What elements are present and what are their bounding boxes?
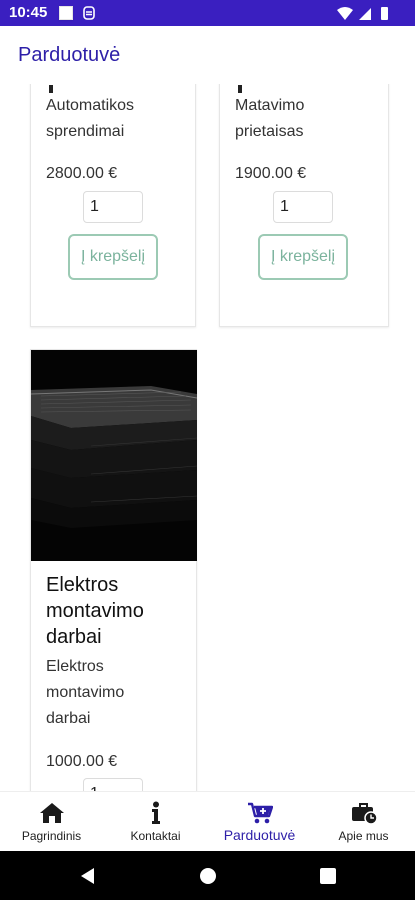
nav-label: Kontaktai (130, 829, 181, 843)
briefcase-clock-icon (352, 803, 377, 825)
title-fragment (238, 85, 242, 93)
bottom-navigation: Pagrindinis Kontaktai Parduotuvė Apie mu… (0, 791, 415, 851)
nav-item-shop[interactable]: Parduotuvė (208, 792, 311, 852)
page-title: Parduotuvė (18, 44, 121, 66)
system-navigation-bar (0, 851, 415, 900)
add-to-cart-button[interactable]: Į krepšelį (68, 234, 158, 280)
sim-card-icon (59, 6, 73, 20)
home-icon (40, 803, 64, 823)
back-icon[interactable] (77, 865, 99, 887)
app-bar: Parduotuvė (0, 26, 415, 84)
quantity-input[interactable]: 1 (83, 191, 143, 223)
steel-sheets-image (31, 350, 197, 561)
product-title: Elektros montavimo darbai (46, 574, 144, 648)
product-description: Matavimo prietaisas (235, 97, 305, 140)
nav-item-home[interactable]: Pagrindinis (0, 792, 103, 852)
product-description: Automatikos sprendimai (46, 97, 135, 140)
nav-item-contacts[interactable]: Kontaktai (104, 792, 207, 852)
product-price: 2800.00 € (46, 165, 118, 182)
nav-label: Parduotuvė (223, 827, 296, 843)
info-icon (152, 801, 160, 824)
title-fragment (49, 85, 53, 93)
status-time: 10:45 (9, 4, 48, 21)
nav-label: Pagrindinis (21, 829, 82, 843)
product-card: Elektros montavimo darbai Elektros monta… (30, 349, 197, 791)
product-card: Automatikos sprendimai 2800.00 € 1 Į kre… (30, 84, 196, 327)
add-to-cart-button[interactable]: Į krepšelį (258, 234, 348, 280)
status-bar: 10:45 (0, 0, 415, 26)
status-indicators-icon (337, 7, 388, 20)
notification-icon (83, 6, 95, 20)
product-price: 1900.00 € (235, 165, 307, 182)
nav-label: Apie mus (338, 829, 389, 843)
product-image (31, 350, 197, 561)
product-list[interactable]: Automatikos sprendimai 2800.00 € 1 Į kre… (0, 84, 415, 791)
quantity-input[interactable]: 1 (83, 778, 143, 791)
quantity-input[interactable]: 1 (273, 191, 333, 223)
recents-icon[interactable] (317, 865, 339, 887)
product-price: 1000.00 € (46, 753, 118, 770)
product-card: Matavimo prietaisas 1900.00 € 1 Į krepše… (219, 84, 389, 327)
home-circle-icon[interactable] (197, 865, 219, 887)
product-description: Elektros montavimo darbai (46, 658, 125, 727)
cart-add-icon (248, 802, 273, 824)
nav-item-about[interactable]: Apie mus (312, 792, 415, 852)
